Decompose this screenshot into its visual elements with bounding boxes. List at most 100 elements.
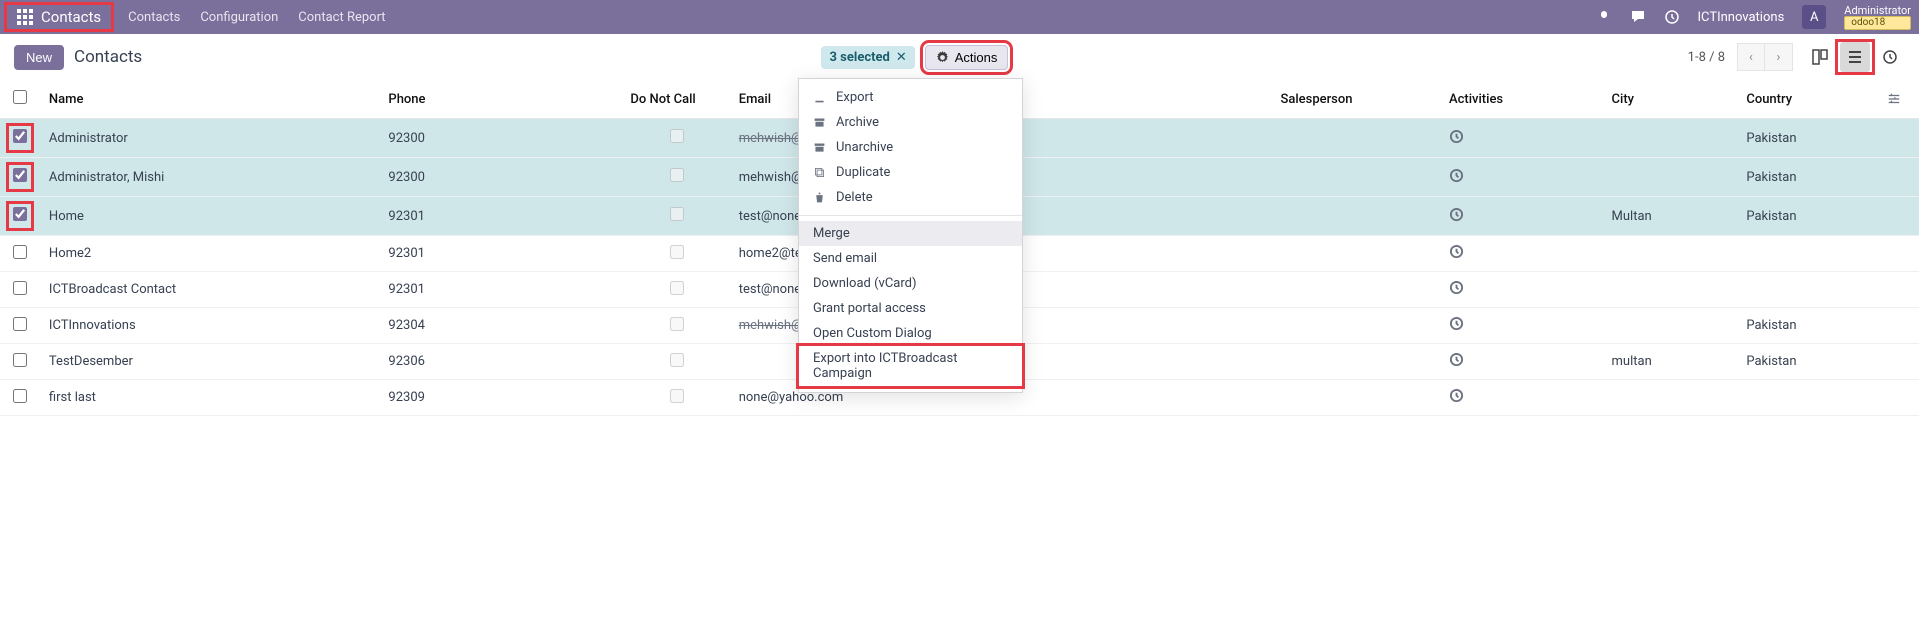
row-checkbox[interactable] [13,317,27,331]
clock-icon[interactable] [1664,9,1680,25]
row-checkbox[interactable] [13,389,27,403]
col-salesperson[interactable]: Salesperson [1272,80,1441,119]
dropdown-item-export-into-ictbroadcast-campaign[interactable]: Export into ICTBroadcast Campaign [799,346,1022,386]
cell-dnc [622,344,730,380]
dropdown-item-send-email[interactable]: Send email [799,246,1022,271]
app-switcher[interactable]: Contacts [4,2,114,32]
cp-right: 1-8 / 8 ‹ › [1688,39,1905,75]
cell-country: Pakistan [1738,197,1919,236]
row-checkbox[interactable] [13,207,27,221]
row-checkbox[interactable] [13,168,27,182]
cell-dnc [622,272,730,308]
actions-dropdown: ExportArchiveUnarchiveDuplicateDelete Me… [798,78,1023,393]
dropdown-item-duplicate[interactable]: Duplicate [799,160,1022,185]
cell-activities[interactable] [1441,197,1604,236]
actions-label: Actions [955,50,998,65]
cell-activities[interactable] [1441,236,1604,272]
nav-contact-report[interactable]: Contact Report [298,10,385,25]
col-activities[interactable]: Activities [1441,80,1604,119]
row-checkbox[interactable] [13,353,27,367]
nav-contacts[interactable]: Contacts [128,10,180,25]
cell-city [1604,272,1739,308]
cell-city [1604,308,1739,344]
pager-next[interactable]: › [1765,43,1793,71]
cell-city [1604,158,1739,197]
cell-phone: 92300 [380,158,622,197]
avatar[interactable]: A [1802,5,1826,29]
activity-view-button[interactable] [1875,42,1905,72]
col-name[interactable]: Name [41,80,380,119]
dnc-checkbox[interactable] [670,207,684,221]
cell-country: Pakistan [1738,344,1919,380]
col-phone[interactable]: Phone [380,80,622,119]
dnc-checkbox[interactable] [670,281,684,295]
col-city[interactable]: City [1604,80,1739,119]
cell-phone: 92306 [380,344,622,380]
cell-activities[interactable] [1441,380,1604,416]
selection-count: 3 selected [829,50,889,65]
pager-prev[interactable]: ‹ [1737,43,1765,71]
nav-links: Contacts Configuration Contact Report [128,10,385,25]
dnc-checkbox[interactable] [670,317,684,331]
cell-name: Administrator [41,119,380,158]
cell-activities[interactable] [1441,308,1604,344]
dnc-checkbox[interactable] [670,245,684,259]
dnc-checkbox[interactable] [670,129,684,143]
dnc-checkbox[interactable] [670,353,684,367]
cell-salesperson [1272,308,1441,344]
adjust-columns-icon[interactable] [1887,92,1905,110]
select-all-checkbox[interactable] [13,90,27,104]
pager[interactable]: 1-8 / 8 [1688,50,1725,65]
col-do-not-call[interactable]: Do Not Call [622,80,730,119]
bug-icon[interactable] [1596,9,1612,25]
db-badge: odoo18 [1844,16,1911,30]
cell-activities[interactable] [1441,272,1604,308]
cell-salesperson [1272,197,1441,236]
row-checkbox-cell [0,119,41,158]
view-switcher [1805,39,1905,75]
row-checkbox[interactable] [13,129,27,143]
highlight-export-ictbroadcast: Export into ICTBroadcast Campaign [796,343,1025,389]
cell-phone: 92300 [380,119,622,158]
dropdown-item-archive[interactable]: Archive [799,110,1022,135]
cell-salesperson [1272,119,1441,158]
cell-country [1738,380,1919,416]
list-view-button[interactable] [1840,42,1870,72]
dnc-checkbox[interactable] [670,389,684,403]
row-checkbox[interactable] [13,281,27,295]
cell-name: ICTInnovations [41,308,380,344]
cell-country [1738,236,1919,272]
cell-activities[interactable] [1441,344,1604,380]
dropdown-item-merge[interactable]: Merge [799,221,1022,246]
cell-country: Pakistan [1738,158,1919,197]
row-checkbox-cell [0,344,41,380]
topbar-right: ICTInnovations A Administrator odoo18 [1596,5,1912,30]
actions-button[interactable]: Actions [925,45,1009,70]
dropdown-item-download-vcard-[interactable]: Download (vCard) [799,271,1022,296]
cell-dnc [622,158,730,197]
user-block[interactable]: Administrator odoo18 [1844,5,1911,30]
gear-icon [936,51,949,64]
col-country[interactable]: Country [1738,80,1919,119]
dropdown-item-unarchive[interactable]: Unarchive [799,135,1022,160]
dropdown-item-export[interactable]: Export [799,85,1022,110]
new-button[interactable]: New [14,45,64,70]
company-name[interactable]: ICTInnovations [1698,10,1785,25]
row-checkbox-cell [0,308,41,344]
chat-icon[interactable] [1630,9,1646,25]
cell-name: Home2 [41,236,380,272]
kanban-view-button[interactable] [1805,42,1835,72]
cell-activities[interactable] [1441,158,1604,197]
dropdown-item-grant-portal-access[interactable]: Grant portal access [799,296,1022,321]
cell-phone: 92301 [380,197,622,236]
clear-selection-icon[interactable]: ✕ [896,50,907,65]
row-checkbox[interactable] [13,245,27,259]
cell-city [1604,236,1739,272]
dnc-checkbox[interactable] [670,168,684,182]
cell-dnc [622,380,730,416]
nav-configuration[interactable]: Configuration [200,10,278,25]
cell-phone: 92301 [380,272,622,308]
cell-activities[interactable] [1441,119,1604,158]
selection-chip: 3 selected ✕ [821,46,914,69]
dropdown-item-delete[interactable]: Delete [799,185,1022,210]
